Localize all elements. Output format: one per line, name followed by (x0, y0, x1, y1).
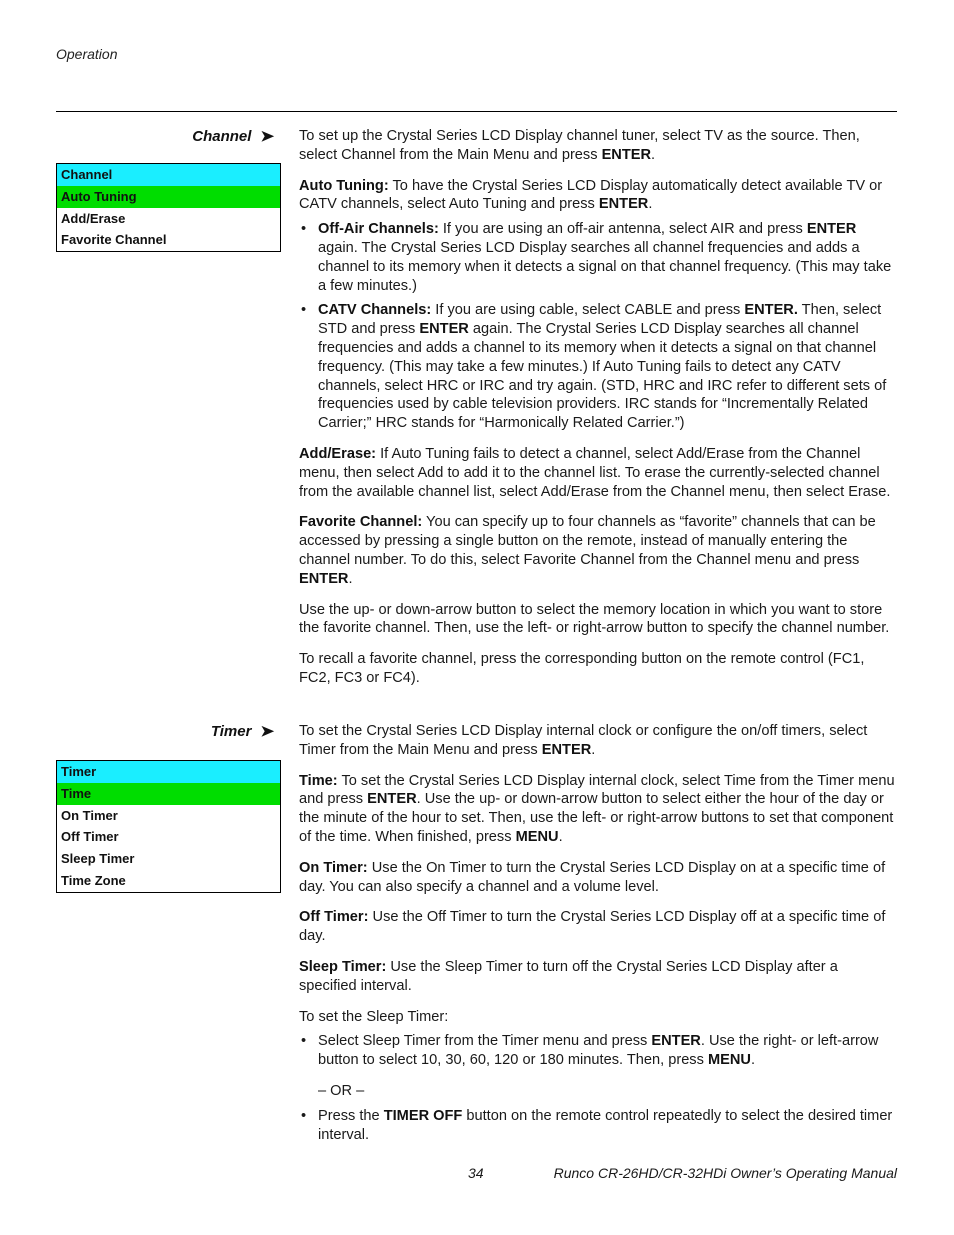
term-label: CATV Channels: (318, 302, 432, 319)
manual-title: Runco CR-26HD/CR-32HDi Owner’s Operating… (553, 1165, 897, 1181)
channel-menu-title: Channel (57, 164, 280, 186)
text: again. The Crystal Series LCD Display se… (318, 321, 887, 432)
timer-menu: Timer Time On Timer Off Timer Sleep Time… (56, 760, 281, 893)
channel-intro: To set up the Crystal Series LCD Display… (299, 127, 899, 165)
text: . (651, 146, 656, 163)
key-enter: ENTER (598, 196, 649, 213)
arrow-right-icon: ➤ (260, 723, 275, 740)
sleep-timer-bullet-1: Select Sleep Timer from the Timer menu a… (299, 1032, 899, 1070)
key-enter: ENTER. (744, 302, 798, 319)
term-label: Add/Erase: (299, 445, 377, 462)
text: To set up the Crystal Series LCD Display… (299, 128, 860, 163)
time-paragraph: Time: To set the Crystal Series LCD Disp… (299, 772, 899, 847)
text: Select Sleep Timer from the Timer menu a… (318, 1033, 652, 1050)
key-timer-off: TIMER OFF (383, 1107, 463, 1124)
header-rule (56, 111, 897, 112)
term-label: Favorite Channel: (299, 514, 423, 531)
off-timer-paragraph: Off Timer: Use the Off Timer to turn the… (299, 908, 899, 946)
favorite-channel-paragraph-3: To recall a favorite channel, press the … (299, 651, 865, 686)
text: If you are using cable, select CABLE and… (431, 302, 745, 319)
timer-heading-text: Timer (210, 722, 252, 740)
text: If Auto Tuning fails to detect a channel… (299, 445, 891, 500)
channel-menu-item-auto-tuning[interactable]: Auto Tuning (57, 185, 280, 208)
text: . (558, 828, 563, 845)
term-label: Sleep Timer: (299, 958, 387, 975)
timer-menu-item-on-timer[interactable]: On Timer (57, 805, 280, 827)
sleep-timer-paragraph: Sleep Timer: Use the Sleep Timer to turn… (299, 958, 899, 996)
key-enter: ENTER (806, 221, 857, 238)
off-air-bullet: Off-Air Channels: If you are using an of… (299, 220, 899, 295)
key-enter: ENTER (299, 570, 349, 587)
add-erase-paragraph: Add/Erase: If Auto Tuning fails to detec… (299, 445, 899, 501)
channel-menu-item-add-erase[interactable]: Add/Erase (57, 208, 280, 230)
text: . (648, 196, 653, 213)
timer-menu-item-sleep-timer[interactable]: Sleep Timer (57, 848, 280, 870)
term-label: Time: (299, 772, 338, 789)
timer-menu-item-time[interactable]: Time (57, 782, 280, 805)
key-menu: MENU (707, 1052, 751, 1069)
text: . (348, 570, 353, 587)
key-enter: ENTER (601, 146, 652, 163)
key-enter: ENTER (419, 321, 469, 338)
key-enter: ENTER (651, 1033, 701, 1050)
text: . (591, 741, 596, 758)
term-label: Off-Air Channels: (318, 221, 439, 238)
catv-bullet: CATV Channels: If you are using cable, s… (299, 301, 899, 433)
text: Use the On Timer to turn the Crystal Ser… (299, 859, 886, 895)
key-enter: ENTER (367, 791, 417, 808)
term-label: On Timer: (299, 859, 368, 876)
channel-heading-text: Channel (192, 127, 252, 145)
favorite-channel-paragraph: Favorite Channel: You can specify up to … (299, 513, 899, 588)
text: If you are using an off-air antenna, sel… (438, 221, 807, 238)
key-enter: ENTER (541, 741, 592, 758)
arrow-right-icon: ➤ (260, 128, 275, 145)
timer-side-heading: Timer ➤ (210, 722, 275, 741)
term-label: Off Timer: (299, 909, 369, 926)
text: . (750, 1052, 756, 1069)
running-head: Operation (56, 46, 118, 62)
channel-side-heading: Channel ➤ (192, 127, 275, 146)
timer-menu-item-off-timer[interactable]: Off Timer (57, 826, 280, 848)
channel-menu: Channel Auto Tuning Add/Erase Favorite C… (56, 163, 281, 253)
timer-menu-title: Timer (57, 761, 280, 783)
auto-tuning-paragraph: Auto Tuning: To have the Crystal Series … (299, 177, 899, 215)
timer-intro: To set the Crystal Series LCD Display in… (299, 722, 899, 760)
timer-body: To set the Crystal Series LCD Display in… (299, 722, 899, 1144)
or-separator: – OR – (318, 1082, 365, 1099)
text: again. The Crystal Series LCD Display se… (318, 239, 892, 294)
channel-body: To set up the Crystal Series LCD Display… (299, 127, 899, 688)
channel-menu-item-favorite-channel[interactable]: Favorite Channel (57, 229, 280, 251)
favorite-channel-paragraph-2: Use the up- or down-arrow button to sele… (299, 601, 890, 637)
sleep-timer-intro: To set the Sleep Timer: (299, 1008, 449, 1025)
term-label: Auto Tuning: (299, 177, 389, 194)
key-menu: MENU (515, 828, 559, 845)
text: Press the (318, 1107, 384, 1124)
on-timer-paragraph: On Timer: Use the On Timer to turn the C… (299, 859, 899, 897)
timer-menu-item-time-zone[interactable]: Time Zone (57, 870, 280, 892)
page-number: 34 (468, 1165, 484, 1181)
text: Use the Off Timer to turn the Crystal Se… (299, 909, 886, 945)
sleep-timer-bullet-2: Press the TIMER OFF button on the remote… (299, 1107, 899, 1145)
